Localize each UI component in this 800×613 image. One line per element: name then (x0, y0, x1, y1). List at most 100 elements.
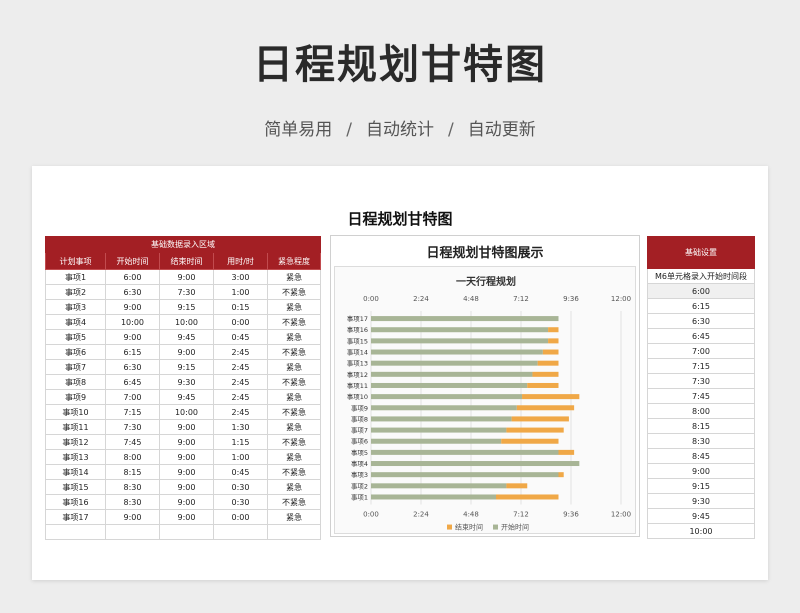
table-cell[interactable]: 9:00 (159, 464, 214, 480)
table-cell[interactable]: 0:30 (213, 479, 268, 495)
table-cell[interactable]: 不紧急 (267, 494, 321, 510)
table-cell[interactable]: 9:00 (159, 449, 214, 465)
table-cell[interactable]: 9:00 (159, 479, 214, 495)
table-cell[interactable]: 事项12 (45, 434, 106, 450)
table-cell[interactable]: 8:30 (105, 479, 160, 495)
bar-start-time[interactable] (371, 327, 549, 333)
table-cell[interactable]: 2:45 (213, 389, 268, 405)
table-cell[interactable]: 不紧急 (267, 434, 321, 450)
table-cell[interactable]: 事项4 (45, 314, 106, 330)
table-cell[interactable]: 9:15 (159, 359, 214, 375)
bar-end-time[interactable] (522, 394, 580, 400)
table-cell[interactable]: 事项13 (45, 449, 106, 465)
table-cell[interactable]: 6:15 (105, 344, 160, 360)
table-cell[interactable]: 紧急 (267, 299, 321, 315)
bar-start-time[interactable] (371, 427, 507, 433)
table-cell[interactable]: 1:30 (213, 419, 268, 435)
table-cell[interactable] (267, 524, 321, 540)
bar-start-time[interactable] (371, 483, 507, 489)
table-cell[interactable]: 0:00 (213, 314, 268, 330)
table-cell[interactable]: 2:45 (213, 374, 268, 390)
table-cell[interactable]: 1:00 (213, 284, 268, 300)
table-cell[interactable]: 9:00 (105, 329, 160, 345)
table-cell[interactable]: 2:45 (213, 359, 268, 375)
settings-time-cell[interactable]: 6:30 (647, 314, 755, 329)
table-cell[interactable]: 不紧急 (267, 404, 321, 420)
bar-start-time[interactable] (371, 338, 549, 344)
table-cell[interactable]: 7:15 (105, 404, 160, 420)
table-cell[interactable]: 不紧急 (267, 344, 321, 360)
settings-time-cell[interactable]: 8:45 (647, 449, 755, 464)
table-cell[interactable]: 事项3 (45, 299, 106, 315)
table-cell[interactable]: 7:45 (105, 434, 160, 450)
table-cell[interactable]: 1:15 (213, 434, 268, 450)
bar-end-time[interactable] (537, 360, 559, 366)
table-cell[interactable]: 10:00 (105, 314, 160, 330)
bar-end-time[interactable] (511, 416, 569, 422)
table-cell[interactable]: 事项16 (45, 494, 106, 510)
table-cell[interactable]: 6:30 (105, 284, 160, 300)
bar-start-time[interactable] (371, 416, 512, 422)
bar-start-time[interactable] (371, 360, 538, 366)
table-cell[interactable]: 0:30 (213, 494, 268, 510)
table-cell[interactable]: 事项2 (45, 284, 106, 300)
table-cell[interactable]: 0:15 (213, 299, 268, 315)
table-cell[interactable]: 事项8 (45, 374, 106, 390)
table-cell[interactable]: 紧急 (267, 449, 321, 465)
table-cell[interactable]: 1:00 (213, 449, 268, 465)
bar-end-time[interactable] (558, 472, 564, 478)
bar-start-time[interactable] (371, 382, 528, 388)
bar-end-time[interactable] (501, 438, 559, 444)
table-cell[interactable]: 7:30 (159, 284, 214, 300)
bar-end-time[interactable] (506, 427, 564, 433)
table-cell[interactable]: 不紧急 (267, 314, 321, 330)
table-cell[interactable]: 6:30 (105, 359, 160, 375)
bar-end-time[interactable] (506, 483, 528, 489)
bar-start-time[interactable] (371, 472, 559, 478)
settings-time-cell[interactable]: 8:00 (647, 404, 755, 419)
table-cell[interactable]: 紧急 (267, 329, 321, 345)
table-cell[interactable]: 事项10 (45, 404, 106, 420)
table-cell[interactable]: 10:00 (159, 404, 214, 420)
bar-start-time[interactable] (371, 449, 559, 455)
table-cell[interactable]: 0:00 (213, 509, 268, 525)
table-cell[interactable]: 事项5 (45, 329, 106, 345)
table-cell[interactable]: 紧急 (267, 359, 321, 375)
settings-time-cell[interactable]: 9:15 (647, 479, 755, 494)
table-cell[interactable]: 0:45 (213, 464, 268, 480)
table-cell[interactable]: 9:00 (159, 434, 214, 450)
table-cell[interactable]: 9:00 (159, 269, 214, 285)
bar-start-time[interactable] (371, 461, 580, 467)
table-cell[interactable]: 9:00 (159, 344, 214, 360)
table-cell[interactable]: 2:45 (213, 344, 268, 360)
bar-end-time[interactable] (496, 494, 559, 500)
table-cell[interactable]: 9:00 (159, 509, 214, 525)
bar-start-time[interactable] (371, 349, 543, 355)
table-cell[interactable]: 紧急 (267, 389, 321, 405)
table-cell[interactable]: 紧急 (267, 269, 321, 285)
settings-time-cell[interactable]: 7:15 (647, 359, 755, 374)
table-cell[interactable]: 9:00 (105, 299, 160, 315)
table-cell[interactable]: 6:45 (105, 374, 160, 390)
table-cell[interactable]: 事项6 (45, 344, 106, 360)
table-cell[interactable]: 9:30 (159, 374, 214, 390)
table-cell[interactable]: 紧急 (267, 419, 321, 435)
bar-end-time[interactable] (542, 349, 559, 355)
table-cell[interactable]: 不紧急 (267, 374, 321, 390)
table-cell[interactable]: 事项15 (45, 479, 106, 495)
table-cell[interactable]: 事项17 (45, 509, 106, 525)
bar-start-time[interactable] (371, 494, 496, 500)
settings-time-cell[interactable]: 9:45 (647, 509, 755, 524)
table-cell[interactable]: 事项9 (45, 389, 106, 405)
settings-time-cell[interactable]: 7:30 (647, 374, 755, 389)
bar-end-time[interactable] (532, 371, 559, 377)
table-cell[interactable]: 2:45 (213, 404, 268, 420)
settings-time-cell[interactable]: 8:15 (647, 419, 755, 434)
table-cell[interactable]: 9:00 (159, 494, 214, 510)
table-cell[interactable]: 9:00 (105, 509, 160, 525)
settings-time-cell[interactable]: 9:30 (647, 494, 755, 509)
table-cell[interactable]: 9:15 (159, 299, 214, 315)
settings-time-cell[interactable]: 6:00 (647, 284, 755, 299)
settings-time-cell[interactable]: 6:15 (647, 299, 755, 314)
bar-start-time[interactable] (371, 316, 559, 322)
